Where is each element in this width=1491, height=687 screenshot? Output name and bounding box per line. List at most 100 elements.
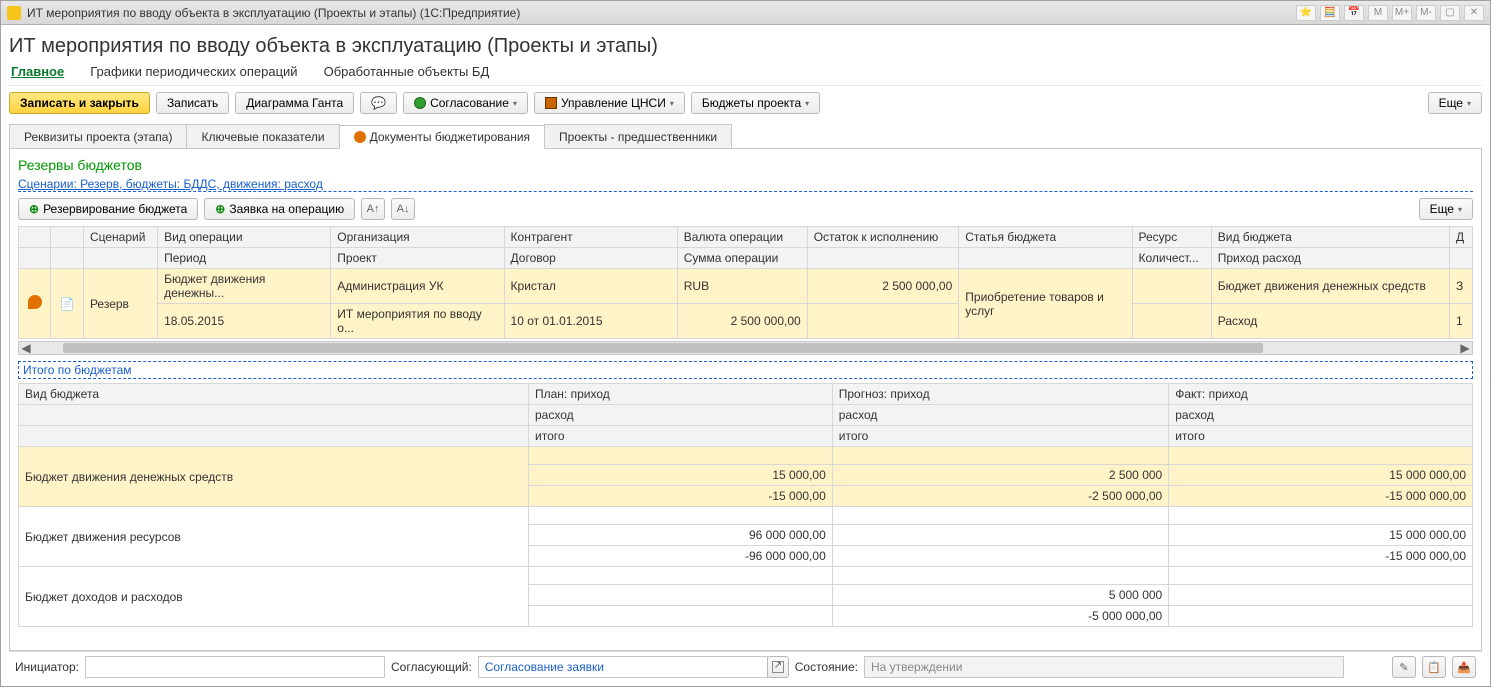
doc-icon: 📄 xyxy=(60,297,75,311)
summary-row[interactable]: Бюджет движения денежных средств xyxy=(19,447,1473,465)
tb-mplus-icon[interactable]: M+ xyxy=(1392,5,1412,21)
chevron-down-icon: ▾ xyxy=(670,99,674,108)
col-budget-type[interactable]: Вид бюджета xyxy=(1211,227,1449,248)
footer-edit-button[interactable]: ✎ xyxy=(1392,656,1416,678)
tb-mminus-icon[interactable]: M- xyxy=(1416,5,1436,21)
approver-input[interactable] xyxy=(478,656,768,678)
approver-label: Согласующий: xyxy=(391,660,472,674)
grid-h-scrollbar[interactable]: ◀ ▶ xyxy=(18,341,1473,355)
summary-row[interactable]: Бюджет движения ресурсов xyxy=(19,507,1473,525)
tab-schedules[interactable]: Графики периодических операций xyxy=(90,64,297,79)
col-org[interactable]: Организация xyxy=(331,227,504,248)
footer-copy-button[interactable]: 📋 xyxy=(1422,656,1446,678)
sum-col-type[interactable]: Вид бюджета xyxy=(19,384,529,405)
sub-tabs: Реквизиты проекта (этапа) Ключевые показ… xyxy=(9,124,1482,149)
col-currency[interactable]: Валюта операции xyxy=(677,227,807,248)
tb-close-icon[interactable]: ✕ xyxy=(1464,5,1484,21)
filter-link[interactable]: Сценарии: Резерв, бюджеты: БДДС, движени… xyxy=(18,177,1473,192)
col-counterparty[interactable]: Контрагент xyxy=(504,227,677,248)
sum-col-fact[interactable]: Факт: приход xyxy=(1169,384,1473,405)
reserves-more-button[interactable]: Еще▾ xyxy=(1419,198,1473,220)
plus-icon: ⊕ xyxy=(29,202,39,216)
footer-send-button[interactable]: 📤 xyxy=(1452,656,1476,678)
col-inout[interactable]: Приход расход xyxy=(1211,248,1449,269)
open-icon xyxy=(772,661,784,673)
initiator-label: Инициатор: xyxy=(15,660,79,674)
grid-row[interactable]: 📄 Резерв Бюджет движения денежны... Адми… xyxy=(19,269,1473,304)
reserves-toolbar: ⊕Резервирование бюджета ⊕Заявка на опера… xyxy=(18,198,1473,220)
approval-icon xyxy=(414,97,426,109)
tb-m-icon[interactable]: M xyxy=(1368,5,1388,21)
window-title: ИТ мероприятия по вводу объекта в эксплу… xyxy=(27,6,520,20)
chevron-down-icon: ▾ xyxy=(805,99,809,108)
tab-processed[interactable]: Обработанные объекты БД xyxy=(324,64,490,79)
nsi-button[interactable]: Управление ЦНСИ▾ xyxy=(534,92,685,114)
budgets-button[interactable]: Бюджеты проекта▾ xyxy=(691,92,820,114)
chat-button[interactable]: 💬 xyxy=(360,92,397,114)
gantt-button[interactable]: Диаграмма Ганта xyxy=(235,92,354,114)
col-d[interactable]: Д xyxy=(1449,227,1472,248)
col-resource[interactable]: Ресурс xyxy=(1132,227,1211,248)
subtab-predecessors[interactable]: Проекты - предшественники xyxy=(544,124,732,148)
state-label: Состояние: xyxy=(795,660,858,674)
col-article[interactable]: Статья бюджета xyxy=(959,227,1132,248)
summary-row[interactable]: Бюджет доходов и расходов xyxy=(19,567,1473,585)
totals-link[interactable]: Итого по бюджетам xyxy=(18,361,1473,379)
more-button[interactable]: Еще▾ xyxy=(1428,92,1482,114)
reserves-title: Резервы бюджетов xyxy=(18,157,1473,173)
col-blank2[interactable] xyxy=(51,227,83,248)
content-area: ИТ мероприятия по вводу объекта в эксплу… xyxy=(1,25,1490,686)
tab-main[interactable]: Главное xyxy=(11,64,64,79)
grid-row[interactable]: 18.05.2015 ИТ мероприятия по вводу о... … xyxy=(19,304,1473,339)
sum-col-forecast[interactable]: Прогноз: приход xyxy=(832,384,1168,405)
titlebar-buttons: ⭐ 🧮 📅 M M+ M- ▢ ✕ xyxy=(1296,5,1484,21)
sort-desc-button[interactable]: A↓ xyxy=(391,198,415,220)
col-scenario[interactable]: Сценарий xyxy=(83,227,157,248)
scroll-left-icon[interactable]: ◀ xyxy=(19,341,33,355)
subtab-indicators[interactable]: Ключевые показатели xyxy=(186,124,339,148)
chevron-down-icon: ▾ xyxy=(1458,205,1462,214)
approval-button[interactable]: Согласование▾ xyxy=(403,92,528,114)
subtab-budget-docs[interactable]: Документы бюджетирования xyxy=(339,125,545,149)
summary-label: Бюджет движения денежных средств xyxy=(19,447,529,507)
sort-asc-button[interactable]: A↑ xyxy=(361,198,385,220)
totals-grid[interactable]: Вид бюджета План: приход Прогноз: приход… xyxy=(18,383,1473,627)
summary-label: Бюджет движения ресурсов xyxy=(19,507,529,567)
fire-icon xyxy=(354,131,366,143)
main-toolbar: Записать и закрыть Записать Диаграмма Га… xyxy=(9,92,1482,114)
tb-maximize-icon[interactable]: ▢ xyxy=(1440,5,1460,21)
nsi-icon xyxy=(545,97,557,109)
reserves-grid[interactable]: Сценарий Вид операции Организация Контра… xyxy=(18,226,1473,339)
row-status-icon xyxy=(28,295,42,309)
col-sum[interactable]: Сумма операции xyxy=(677,248,807,269)
save-button[interactable]: Записать xyxy=(156,92,229,114)
col-op-type[interactable]: Вид операции xyxy=(158,227,331,248)
sum-col-plan[interactable]: План: приход xyxy=(529,384,833,405)
operation-request-button[interactable]: ⊕Заявка на операцию xyxy=(204,198,355,220)
col-contract[interactable]: Договор xyxy=(504,248,677,269)
save-close-button[interactable]: Записать и закрыть xyxy=(9,92,150,114)
chevron-down-icon: ▾ xyxy=(1467,99,1471,108)
col-project[interactable]: Проект xyxy=(331,248,504,269)
subtab-requisites[interactable]: Реквизиты проекта (этапа) xyxy=(9,124,187,148)
tb-calendar-icon[interactable]: 📅 xyxy=(1344,5,1364,21)
chat-icon: 💬 xyxy=(371,96,386,110)
initiator-input[interactable] xyxy=(85,656,385,678)
col-qty[interactable]: Количест... xyxy=(1132,248,1211,269)
summary-label: Бюджет доходов и расходов xyxy=(19,567,529,627)
scroll-right-icon[interactable]: ▶ xyxy=(1458,341,1472,355)
budget-docs-panel: Резервы бюджетов Сценарии: Резерв, бюдже… xyxy=(9,149,1482,651)
open-approver-button[interactable] xyxy=(767,656,789,678)
col-balance[interactable]: Остаток к исполнению xyxy=(807,227,959,248)
footer: Инициатор: Согласующий: Состояние: ✎ 📋 📤 xyxy=(9,651,1482,682)
reserve-budget-button[interactable]: ⊕Резервирование бюджета xyxy=(18,198,198,220)
tb-fav-icon[interactable]: ⭐ xyxy=(1296,5,1316,21)
col-blank1[interactable] xyxy=(19,227,51,248)
plus-icon: ⊕ xyxy=(215,202,225,216)
app-window: ИТ мероприятия по вводу объекта в эксплу… xyxy=(0,0,1491,687)
col-period[interactable]: Период xyxy=(158,248,331,269)
scroll-thumb[interactable] xyxy=(63,343,1263,353)
state-input xyxy=(864,656,1344,678)
tb-calc-icon[interactable]: 🧮 xyxy=(1320,5,1340,21)
nav-tabs: Главное Графики периодических операций О… xyxy=(9,64,1482,86)
